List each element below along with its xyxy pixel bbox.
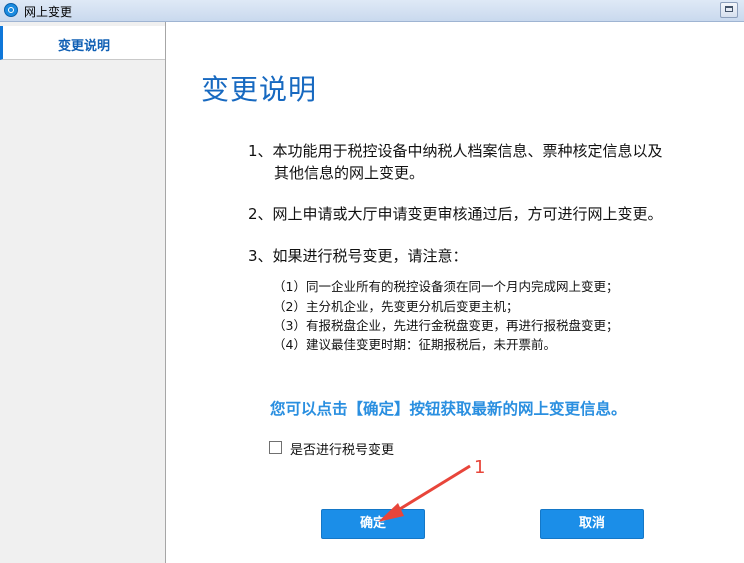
- sub-note-1: （1）同一企业所有的税控设备须在同一个月内完成网上变更；: [273, 279, 619, 294]
- app-logo-icon: [4, 3, 18, 17]
- title-bar: 网上变更: [0, 0, 744, 22]
- page-title: 变更说明: [201, 73, 318, 106]
- instruction-item-3: 3、如果进行税号变更，请注意：: [248, 247, 468, 265]
- tax-number-change-checkbox[interactable]: [269, 441, 282, 454]
- instruction-item-1: 1、本功能用于税控设备中纳税人档案信息、票种核定信息以及: [248, 142, 663, 160]
- hint-text: 您可以点击【确定】按钮获取最新的网上变更信息。: [270, 400, 627, 418]
- sub-note-4: （4）建议最佳变更时期：征期报税后，未开票前。: [273, 337, 556, 352]
- tax-number-change-label[interactable]: 是否进行税号变更: [290, 439, 394, 458]
- sidebar: 变更说明: [0, 22, 166, 563]
- sidebar-item-change-description[interactable]: 变更说明: [0, 26, 165, 60]
- maximize-button[interactable]: [720, 2, 738, 18]
- annotation-arrow-shaft: [394, 464, 471, 514]
- window-title: 网上变更: [24, 5, 73, 19]
- instruction-item-1-continuation: 其他信息的网上变更。: [274, 164, 425, 182]
- ok-button[interactable]: 确定: [321, 509, 425, 539]
- cancel-button[interactable]: 取消: [540, 509, 644, 539]
- sub-note-3: （3）有报税盘企业，先进行金税盘变更，再进行报税盘变更；: [273, 318, 619, 333]
- annotation-number: 1: [474, 457, 486, 478]
- sub-note-2: （2）主分机企业，先变更分机后变更主机；: [273, 299, 519, 314]
- instruction-item-2: 2、网上申请或大厅申请变更审核通过后，方可进行网上变更。: [248, 205, 663, 223]
- sidebar-item-label: 变更说明: [57, 39, 110, 54]
